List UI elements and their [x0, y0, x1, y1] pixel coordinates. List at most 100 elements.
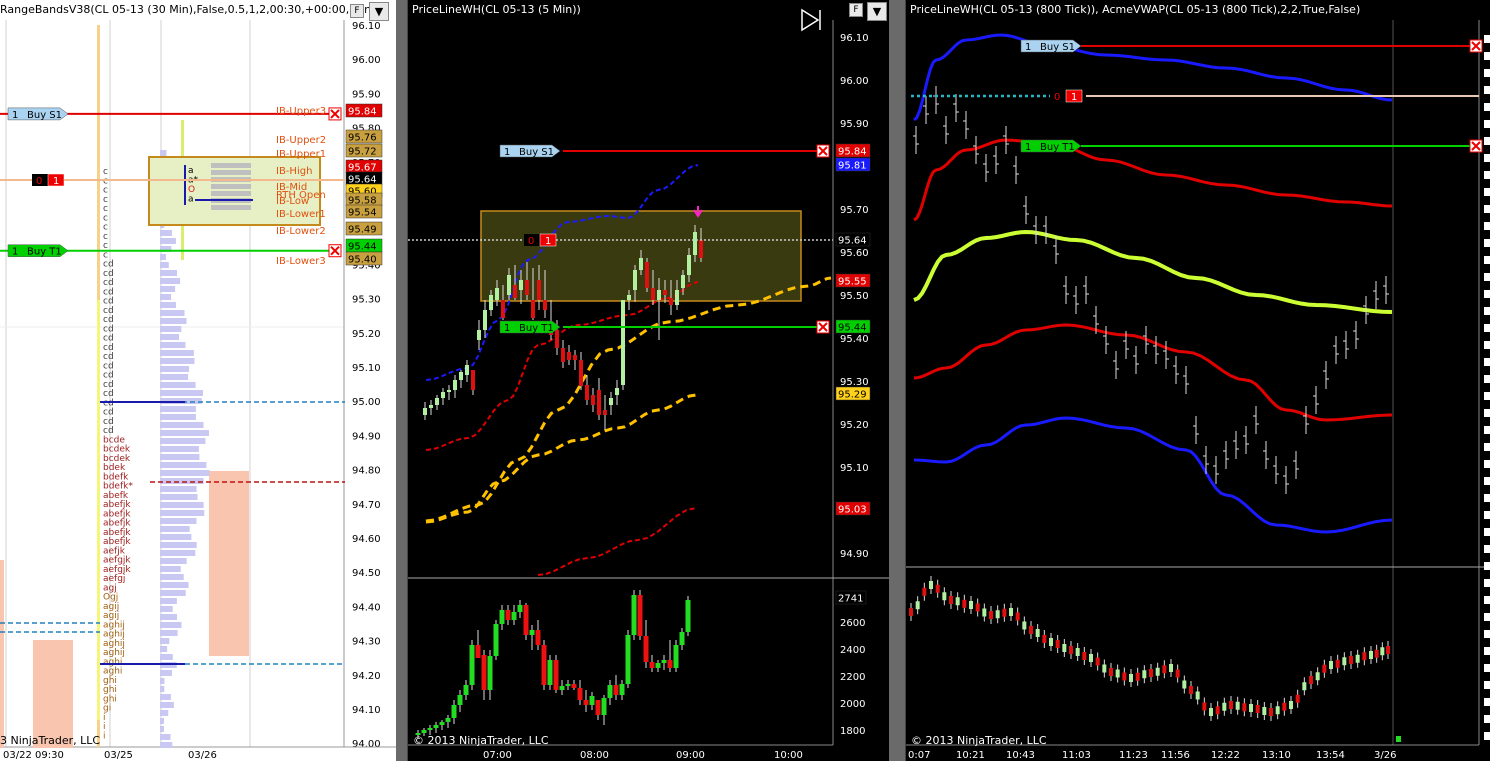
volume-profile-bar — [160, 430, 209, 436]
axis-tag-stub — [1484, 732, 1490, 740]
lower-candle — [922, 587, 927, 596]
axis-tick-label: 96.00 — [352, 55, 381, 66]
volume-profile-bar — [160, 526, 190, 532]
time-axis-label: 07:00 — [483, 750, 512, 761]
time-axis-label: 11:03 — [1062, 750, 1091, 761]
axis-tag-stub — [1484, 222, 1490, 230]
volume-profile-bar — [160, 574, 184, 580]
axis-tick-label: 95.50 — [840, 291, 869, 302]
volume-profile-bar — [160, 518, 197, 524]
price-line-800tick-panel[interactable]: 0:07 10:21 10:43 11:03 11:23 11:56 12:22 13:10 1… — [905, 0, 1490, 761]
price-tag: 95.76 — [348, 133, 377, 144]
panel3-copyright: © 2013 NinjaTrader, LLC — [911, 734, 1047, 747]
buy-t1-order-tag-qty: 1 — [1025, 142, 1031, 153]
volume-profile-bar — [160, 702, 174, 708]
mini-profile-bar — [211, 205, 251, 210]
volume-candle — [433, 725, 439, 728]
volume-profile-bar — [160, 334, 179, 340]
price-candle — [669, 298, 673, 305]
mini-profile-bar — [211, 184, 251, 189]
volume-candle — [451, 705, 457, 718]
time-axis-label: 08:00 — [580, 750, 609, 761]
buy-t1-order-tag-qty: 1 — [12, 247, 18, 258]
value-area-bar — [209, 471, 249, 656]
price-candle — [693, 232, 697, 255]
volume-candle — [625, 635, 631, 684]
lower-candle — [929, 581, 933, 589]
price-candle — [627, 295, 631, 300]
price-candle — [543, 300, 547, 310]
range-bands-chart[interactable]: 96.1096.0095.9095.8095.7095.6095.5095.40… — [0, 0, 396, 761]
panel-splitter-1[interactable] — [396, 0, 407, 761]
axis-tag-stub — [1484, 409, 1490, 417]
axis-tag-stub — [1484, 188, 1490, 196]
lower-candle — [1155, 667, 1160, 676]
time-axis-label: 03/25 — [104, 750, 133, 761]
time-axis-label: 13:10 — [1262, 750, 1291, 761]
panel-splitter-2[interactable] — [889, 0, 905, 761]
volume-profile-bar — [160, 230, 172, 236]
lower-candle — [1169, 664, 1173, 672]
lower-candle — [1015, 612, 1020, 621]
axis-tick-label: 94.10 — [352, 705, 381, 716]
axis-tag-stub — [1484, 307, 1490, 315]
price-line-5min-chart[interactable]: 96.1096.0095.9095.8095.7095.6095.5095.40… — [408, 0, 889, 761]
price-tag: 95.84 — [838, 147, 867, 158]
price-candle — [639, 258, 643, 270]
axis-tick-label: 95.10 — [840, 463, 869, 474]
axis-tick-label: 95.30 — [352, 295, 381, 306]
axis-tag-stub — [1484, 681, 1490, 689]
axis-tick-label: 94.20 — [352, 671, 381, 682]
price-line-5min-panel[interactable]: 96.1096.0095.9095.8095.7095.6095.5095.40… — [407, 0, 889, 761]
lower-candle — [1069, 646, 1073, 654]
time-axis-label: 11:23 — [1119, 750, 1148, 761]
axis-tag-stub — [1484, 324, 1490, 332]
lower-candle — [1309, 676, 1313, 684]
lower-candle — [975, 603, 980, 612]
axis-tag-stub — [1484, 579, 1490, 587]
range-bands-chart-panel[interactable]: 96.1096.0095.9095.8095.7095.6095.5095.40… — [0, 0, 396, 761]
position-qty: 1 — [53, 176, 59, 187]
volume-candle — [661, 660, 667, 663]
lower-candle — [1122, 672, 1127, 681]
volume-profile-bar — [160, 718, 164, 724]
price-tag: 95.72 — [348, 147, 377, 158]
volume-profile-bar — [160, 670, 172, 676]
lower-candle — [1349, 656, 1353, 664]
mini-profile-bar — [211, 163, 251, 168]
volume-candle — [655, 663, 661, 668]
lower-candle — [982, 608, 987, 617]
panel2-f-button[interactable]: F — [849, 3, 863, 17]
panel1-dropdown-button[interactable]: ▼ — [369, 2, 389, 21]
volume-axis-label: 2200 — [840, 672, 865, 683]
time-axis-label: 09:00 — [676, 750, 705, 761]
axis-tag-stub — [1484, 562, 1490, 570]
axis-tick-label: 95.70 — [840, 205, 869, 216]
panel2-dropdown-button[interactable]: ▼ — [867, 2, 887, 21]
volume-profile-bar — [160, 326, 182, 332]
band-label: IB-High — [276, 166, 312, 177]
volume-candle — [607, 685, 613, 698]
lower-candle — [1135, 672, 1140, 681]
price-candle — [495, 288, 499, 300]
volume-profile-bar — [160, 558, 187, 564]
lower-candle — [1062, 644, 1067, 652]
volume-profile-bar — [160, 686, 165, 692]
play-icon[interactable] — [801, 8, 820, 32]
time-axis-label: 10:00 — [774, 750, 803, 761]
lower-candle — [1222, 702, 1227, 711]
axis-tick-label: 95.90 — [352, 89, 381, 100]
price-candle — [525, 280, 529, 295]
axis-tick-label: 94.60 — [352, 534, 381, 545]
time-axis-label: 03/22 09:30 — [3, 750, 64, 761]
lower-candle — [1295, 694, 1300, 703]
panel1-f-button[interactable]: F — [350, 4, 364, 18]
axis-tag-stub — [1484, 460, 1490, 468]
price-candle — [681, 275, 685, 288]
vwap-800tick-chart[interactable]: 0:07 10:21 10:43 11:03 11:23 11:56 12:22 13:10 1… — [906, 0, 1490, 761]
time-axis-label: 0:07 — [908, 750, 930, 761]
lower-candle — [1249, 704, 1253, 712]
band-label: IB-Upper3 — [276, 106, 326, 117]
volume-profile-bar — [160, 286, 176, 292]
axis-tag-stub — [1484, 341, 1490, 349]
